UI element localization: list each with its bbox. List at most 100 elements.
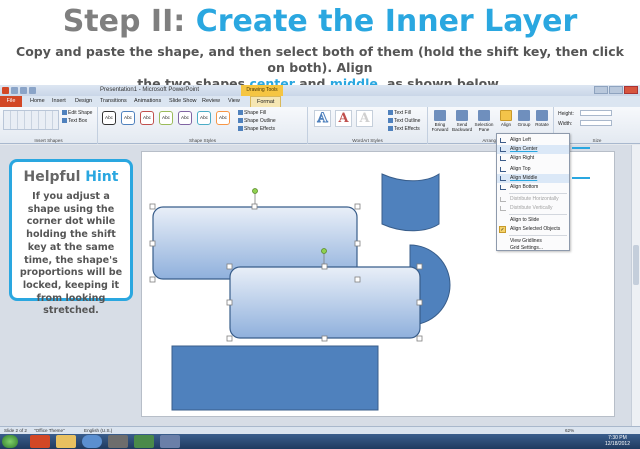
align-top-icon xyxy=(500,167,506,172)
taskbar-media-icon[interactable] xyxy=(160,435,180,448)
scroll-thumb[interactable] xyxy=(633,245,639,285)
close-icon[interactable] xyxy=(624,86,638,94)
wave-shape[interactable] xyxy=(381,173,440,232)
zoom-level[interactable]: 62% xyxy=(565,428,574,433)
menu-align-right[interactable]: Align Right xyxy=(497,154,569,163)
text-fill-button[interactable]: Text Fill xyxy=(388,110,411,116)
align-center-label: Align Center xyxy=(510,146,538,152)
align-left-label: Align Left xyxy=(510,137,531,143)
distribute-horizontally-icon xyxy=(500,197,506,202)
taskbar-hp-icon[interactable] xyxy=(82,435,102,448)
shape-gallery[interactable] xyxy=(3,110,59,130)
rectangle-shape[interactable] xyxy=(171,345,379,411)
shape-styles-label: Shape Styles xyxy=(188,138,217,143)
selection-pane-button[interactable]: Selection Pane xyxy=(474,110,494,132)
align-right-icon xyxy=(500,156,506,161)
taskbar-powerpoint-icon[interactable] xyxy=(30,435,50,448)
taskbar-app-icon[interactable] xyxy=(108,435,128,448)
menu-separator-1 xyxy=(509,193,567,194)
group-button[interactable]: Group xyxy=(514,110,534,127)
bring-forward-button[interactable]: Bring Forward xyxy=(430,110,450,132)
selection-pane-label: Selection Pane xyxy=(474,122,494,132)
align-icon xyxy=(500,110,512,121)
tab-file[interactable]: File xyxy=(0,96,22,107)
align-center-icon xyxy=(500,147,506,152)
align-button[interactable]: Align xyxy=(496,110,516,127)
text-effects-label: Text Effects xyxy=(394,126,420,132)
group-icon xyxy=(518,110,530,121)
edit-shape-label: Edit Shape xyxy=(68,110,93,116)
width-field[interactable] xyxy=(580,120,612,126)
edit-shape-button[interactable]: Edit Shape xyxy=(62,110,92,116)
menu-align-selected-objects[interactable]: ✓ Align Selected Objects xyxy=(497,225,569,234)
redo-icon[interactable] xyxy=(29,87,36,94)
menu-align-middle[interactable]: Align Middle xyxy=(497,174,569,183)
style-sample-3[interactable]: Abc xyxy=(140,111,154,125)
wordart-sample-1[interactable]: A xyxy=(314,110,331,127)
style-sample-6[interactable]: Abc xyxy=(197,111,211,125)
rounded-rectangle-2[interactable] xyxy=(229,266,421,339)
style-sample-1[interactable]: Abc xyxy=(102,111,116,125)
group-shape-styles: Abc Abc Abc Abc Abc Abc Abc Shape Fill S… xyxy=(98,107,308,144)
align-middle-label: Align Middle xyxy=(510,175,538,181)
wordart-sample-3[interactable]: A xyxy=(356,110,373,127)
width-label: Width: xyxy=(558,121,573,127)
tab-slide-show[interactable]: Slide Show xyxy=(169,98,197,104)
powerpoint-icon[interactable] xyxy=(2,87,9,94)
text-box-button[interactable]: Text Box xyxy=(62,118,87,124)
menu-align-center[interactable]: Align Center xyxy=(497,145,569,154)
hint-title: Helpful Hint xyxy=(18,168,124,186)
text-outline-button[interactable]: Text Outline xyxy=(388,118,420,124)
minimize-icon[interactable] xyxy=(594,86,608,94)
tab-review[interactable]: Review xyxy=(202,98,220,104)
text-box-label: Text Box xyxy=(68,118,88,124)
shape-effects-button[interactable]: Shape Effects xyxy=(238,126,275,132)
distribute-horizontally-label: Distribute Horizontally xyxy=(510,196,559,202)
insert-shapes-label: Insert Shapes xyxy=(34,138,63,143)
arrow-pointer-middle xyxy=(572,177,590,179)
style-sample-2[interactable]: Abc xyxy=(121,111,135,125)
maximize-icon[interactable] xyxy=(609,86,623,94)
tab-design[interactable]: Design xyxy=(75,98,92,104)
tab-insert[interactable]: Insert xyxy=(52,98,66,104)
shape-outline-button[interactable]: Shape Outline xyxy=(238,118,276,124)
text-effects-button[interactable]: Text Effects xyxy=(388,126,420,132)
group-wordart-styles: A A A Text Fill Text Outline Text Effect… xyxy=(308,107,428,144)
align-label: Align xyxy=(500,122,512,127)
taskbar-folder-icon[interactable] xyxy=(56,435,76,448)
style-sample-7[interactable]: Abc xyxy=(216,111,230,125)
undo-icon[interactable] xyxy=(20,87,27,94)
instructions-line-1: Copy and paste the shape, and then selec… xyxy=(16,44,624,75)
send-backward-button[interactable]: Send Backward xyxy=(452,110,472,132)
send-backward-label: Send Backward xyxy=(452,122,473,132)
system-clock[interactable]: 7:30 PM 12/18/2012 xyxy=(605,435,630,447)
shape-fill-button[interactable]: Shape Fill xyxy=(238,110,266,116)
rotate-button[interactable]: Rotate xyxy=(532,110,552,127)
title-bar: Presentation1 - Microsoft PowerPoint Dra… xyxy=(0,85,640,96)
group-insert-shapes: Edit Shape Text Box Insert Shapes xyxy=(0,107,98,144)
tab-format[interactable]: Format xyxy=(250,96,282,107)
height-field[interactable] xyxy=(580,110,612,116)
vertical-scrollbar[interactable] xyxy=(631,145,640,426)
wordart-sample-2[interactable]: A xyxy=(335,110,352,127)
style-sample-4[interactable]: Abc xyxy=(159,111,173,125)
menu-align-top[interactable]: Align Top xyxy=(497,165,569,174)
align-middle-icon xyxy=(500,176,506,181)
save-icon[interactable] xyxy=(11,87,18,94)
menu-align-left[interactable]: Align Left xyxy=(497,136,569,145)
taskbar-game-icon[interactable] xyxy=(134,435,154,448)
menu-grid-settings[interactable]: Grid Settings... xyxy=(497,245,569,252)
drawing-tools-label: Drawing Tools xyxy=(241,85,283,96)
menu-align-bottom[interactable]: Align Bottom xyxy=(497,183,569,192)
start-button[interactable] xyxy=(2,435,18,448)
menu-align-to-slide[interactable]: Align to Slide xyxy=(497,216,569,225)
tab-home[interactable]: Home xyxy=(30,98,45,104)
align-bottom-icon xyxy=(500,185,506,190)
style-sample-5[interactable]: Abc xyxy=(178,111,192,125)
text-fill-label: Text Fill xyxy=(394,110,411,116)
tab-animations[interactable]: Animations xyxy=(134,98,161,104)
menu-distribute-vertically: Distribute Vertically xyxy=(497,204,569,213)
tab-transitions[interactable]: Transitions xyxy=(100,98,127,104)
tab-view[interactable]: View xyxy=(228,98,240,104)
hint-title-a: Helpful xyxy=(23,169,81,185)
